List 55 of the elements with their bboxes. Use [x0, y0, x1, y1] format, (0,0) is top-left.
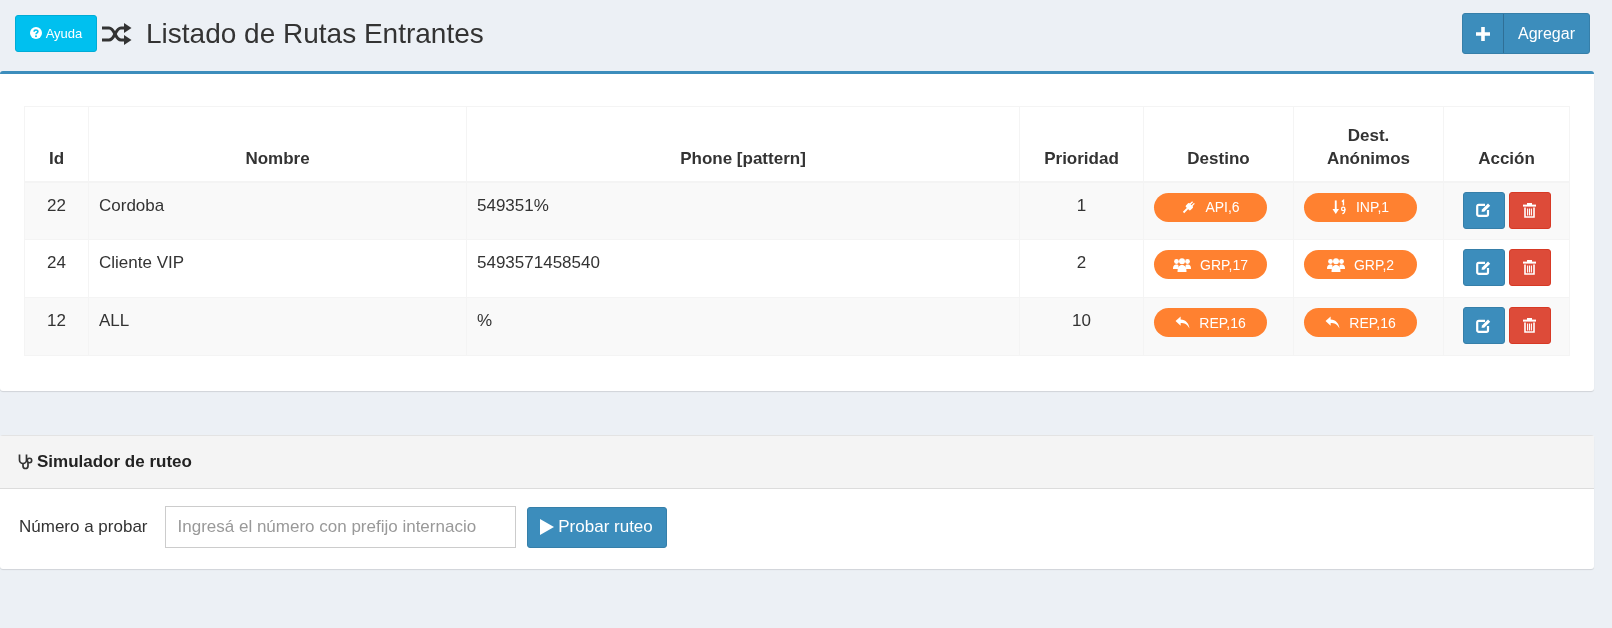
sort-numeric-icon	[1331, 199, 1347, 215]
destination-label: GRP,17	[1200, 257, 1248, 272]
number-input[interactable]: Ingresá el número con prefijo internacio	[164, 506, 516, 548]
table-cell: 24	[24, 239, 89, 298]
trash-icon	[1523, 260, 1536, 275]
users-icon	[1326, 257, 1345, 272]
edit-icon	[1476, 203, 1491, 217]
destination-label: API,6	[1205, 200, 1240, 214]
column-header: Nombre	[88, 106, 467, 182]
edit-icon	[1476, 260, 1491, 275]
column-header: Destino	[1143, 106, 1294, 182]
table-cell: 5493571458540	[466, 239, 1020, 298]
test-route-button[interactable]: Probar ruteo	[526, 506, 667, 548]
destination-label: REP,16	[1349, 315, 1396, 330]
table-cell: 10	[1019, 297, 1144, 356]
help-button[interactable]: Ayuda	[15, 14, 97, 52]
shuffle-icon	[102, 22, 132, 45]
destination-label: GRP,2	[1353, 257, 1395, 272]
trash-icon	[1523, 202, 1536, 218]
plus-icon	[1476, 26, 1490, 41]
table-cell: Cordoba	[88, 181, 467, 240]
column-header: Prioridad	[1019, 106, 1144, 182]
page-title: Listado de Rutas Entrantes	[146, 17, 484, 50]
destination-label: INP,1	[1355, 200, 1390, 214]
plug-icon	[1181, 199, 1197, 215]
table-cell: 549351%	[466, 181, 1020, 240]
question-icon	[29, 27, 42, 39]
edit-button[interactable]	[1462, 191, 1505, 229]
destination-label: REP,16	[1199, 315, 1246, 330]
field-label: Número a probar	[19, 517, 148, 537]
column-header: Dest. Anónimos	[1293, 106, 1444, 182]
table-cell: 22	[24, 181, 89, 240]
edit-icon	[1476, 318, 1491, 333]
delete-button[interactable]	[1508, 191, 1551, 229]
table-cell: 12	[24, 297, 89, 356]
column-header: Acción	[1443, 106, 1570, 182]
edit-button[interactable]	[1462, 249, 1505, 286]
table-cell: ALL	[88, 297, 467, 356]
reply-icon	[1175, 316, 1191, 329]
table-cell: 2	[1019, 239, 1144, 298]
edit-button[interactable]	[1462, 307, 1505, 344]
trash-icon	[1523, 318, 1536, 333]
stethoscope-icon	[18, 453, 33, 471]
table-cell: Cliente VIP	[88, 239, 467, 298]
users-icon	[1173, 257, 1191, 272]
reply-icon	[1325, 316, 1341, 329]
column-header: Phone [pattern]	[466, 106, 1020, 182]
add-button[interactable]: Agregar	[1462, 13, 1590, 54]
delete-button[interactable]	[1508, 307, 1551, 344]
play-icon	[540, 519, 555, 535]
panel-title: Simulador de ruteo	[37, 452, 192, 472]
delete-button[interactable]	[1508, 249, 1551, 286]
table-cell: 1	[1019, 181, 1144, 240]
table-cell: %	[466, 297, 1020, 356]
column-header: Id	[24, 106, 89, 182]
